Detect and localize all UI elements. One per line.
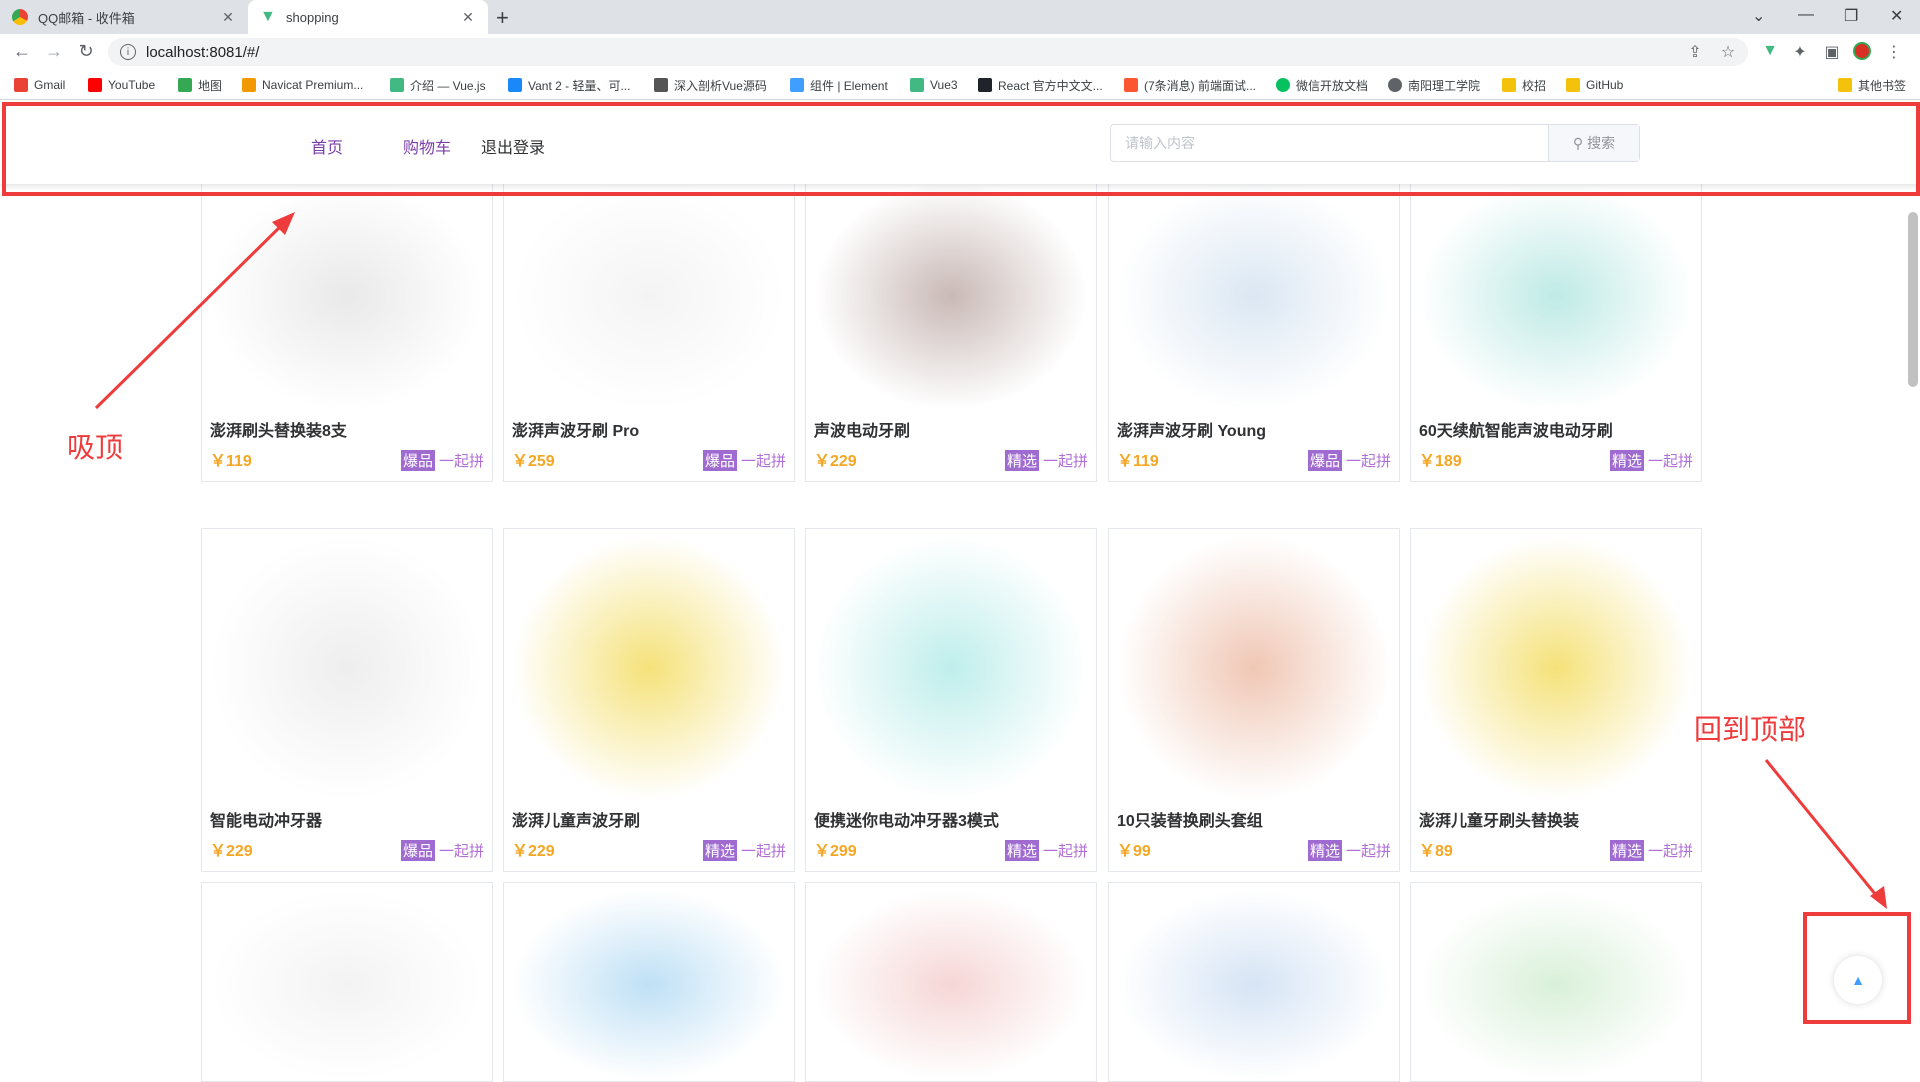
annotation-arrows xyxy=(94,212,1887,909)
sticky-annotation-label: 吸顶 xyxy=(67,432,124,463)
arrow-to-backtop xyxy=(1764,759,1882,901)
back-to-top-highlight-box xyxy=(1803,912,1911,1024)
arrow-to-header xyxy=(94,218,289,410)
back-to-top-annotation-label: 回到顶部 xyxy=(1694,714,1807,745)
